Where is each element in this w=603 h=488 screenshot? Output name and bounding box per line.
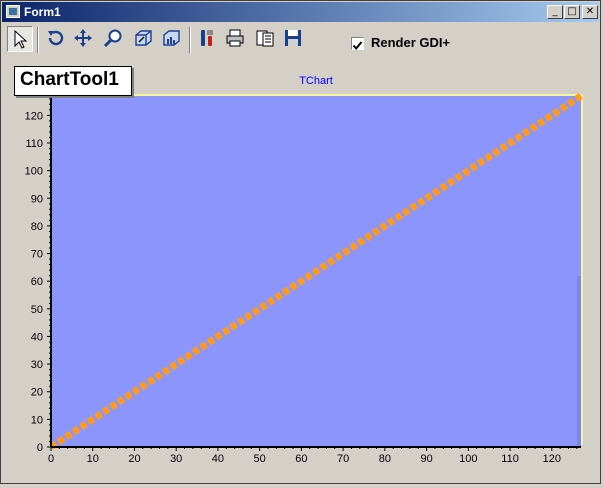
chart-tool-annotation[interactable]: ChartTool1 [14, 66, 132, 96]
edit-chart-button[interactable] [195, 26, 221, 52]
save-button[interactable] [281, 26, 307, 52]
x-tick-label: 40 [212, 453, 224, 465]
chart-toolbar: Render GDI+ [3, 24, 599, 58]
y-tick-label: 30 [31, 359, 43, 371]
x-tick-label: 0 [48, 453, 54, 465]
x-tick-label: 70 [337, 453, 349, 465]
pan-button[interactable] [71, 26, 97, 52]
cursor-icon [14, 29, 28, 49]
x-tick-label: 100 [459, 453, 477, 465]
y-tick-label: 60 [31, 276, 43, 288]
y-tick-label: 0 [37, 442, 43, 454]
x-tick-label: 110 [501, 453, 519, 465]
select-pointer-button[interactable] [7, 26, 33, 52]
x-tick-label: 10 [87, 453, 99, 465]
x-tick-label: 60 [295, 453, 307, 465]
toolbar-separator [37, 27, 39, 53]
x-tick-label: 120 [543, 453, 561, 465]
y-tick-label: 50 [31, 304, 43, 316]
3d-chart-icon [163, 30, 180, 46]
move-arrows-icon [74, 29, 92, 47]
y-tick-label: 10 [31, 414, 43, 426]
print-button[interactable] [223, 26, 249, 52]
render-gdi-label[interactable]: Render GDI+ [371, 35, 450, 50]
plot-side-wall [577, 276, 581, 447]
x-tick-label: 90 [420, 453, 432, 465]
checkmark-icon [352, 41, 363, 51]
zoom-button[interactable] [101, 26, 127, 52]
x-tick-label: 50 [254, 453, 266, 465]
preview-button[interactable] [253, 26, 279, 52]
close-button[interactable]: ✕ [582, 5, 598, 19]
x-tick-label: 20 [128, 453, 140, 465]
3d-depth-button[interactable] [131, 26, 157, 52]
tchart-canvas[interactable]: TChart 0 10 20 30 40 50 60 70 80 90 100 110 120 0 10 20 3… [3, 61, 598, 483]
y-tick-label: 90 [31, 193, 43, 205]
render-gdi-checkbox[interactable] [351, 37, 364, 51]
app-icon[interactable] [6, 5, 20, 18]
rotate-icon [48, 30, 64, 46]
maximize-button[interactable]: □ [564, 5, 580, 19]
toolbar-separator [189, 27, 191, 53]
chart-area[interactable]: TChart 0 10 20 30 40 50 60 70 80 90 100 110 120 0 10 20 3… [3, 61, 598, 483]
window-frame: Form1 _ □ ✕ Render GDI+ TChart 0 10 20 3… [0, 0, 601, 484]
minimize-button[interactable]: _ [547, 5, 563, 19]
y-tick-label: 20 [31, 387, 43, 399]
rotate-button[interactable] [43, 26, 69, 52]
3d-box-icon [135, 30, 152, 46]
tools-icon [201, 30, 213, 46]
x-tick-label: 30 [170, 453, 182, 465]
y-tick-label: 80 [31, 221, 43, 233]
magnifier-icon [103, 29, 122, 48]
y-tick-label: 110 [25, 138, 43, 150]
3d-view-button[interactable] [159, 26, 185, 52]
chart-title: TChart [299, 75, 333, 87]
y-tick-label: 120 [25, 110, 43, 122]
y-tick-label: 100 [25, 166, 43, 178]
window-title: Form1 [24, 5, 61, 19]
floppy-disk-icon [285, 30, 301, 46]
y-tick-label: 40 [31, 331, 43, 343]
print-preview-icon [256, 30, 274, 47]
x-tick-label: 80 [379, 453, 391, 465]
title-bar[interactable]: Form1 _ □ ✕ [2, 2, 599, 22]
y-tick-label: 70 [31, 249, 43, 261]
printer-icon [226, 29, 244, 47]
